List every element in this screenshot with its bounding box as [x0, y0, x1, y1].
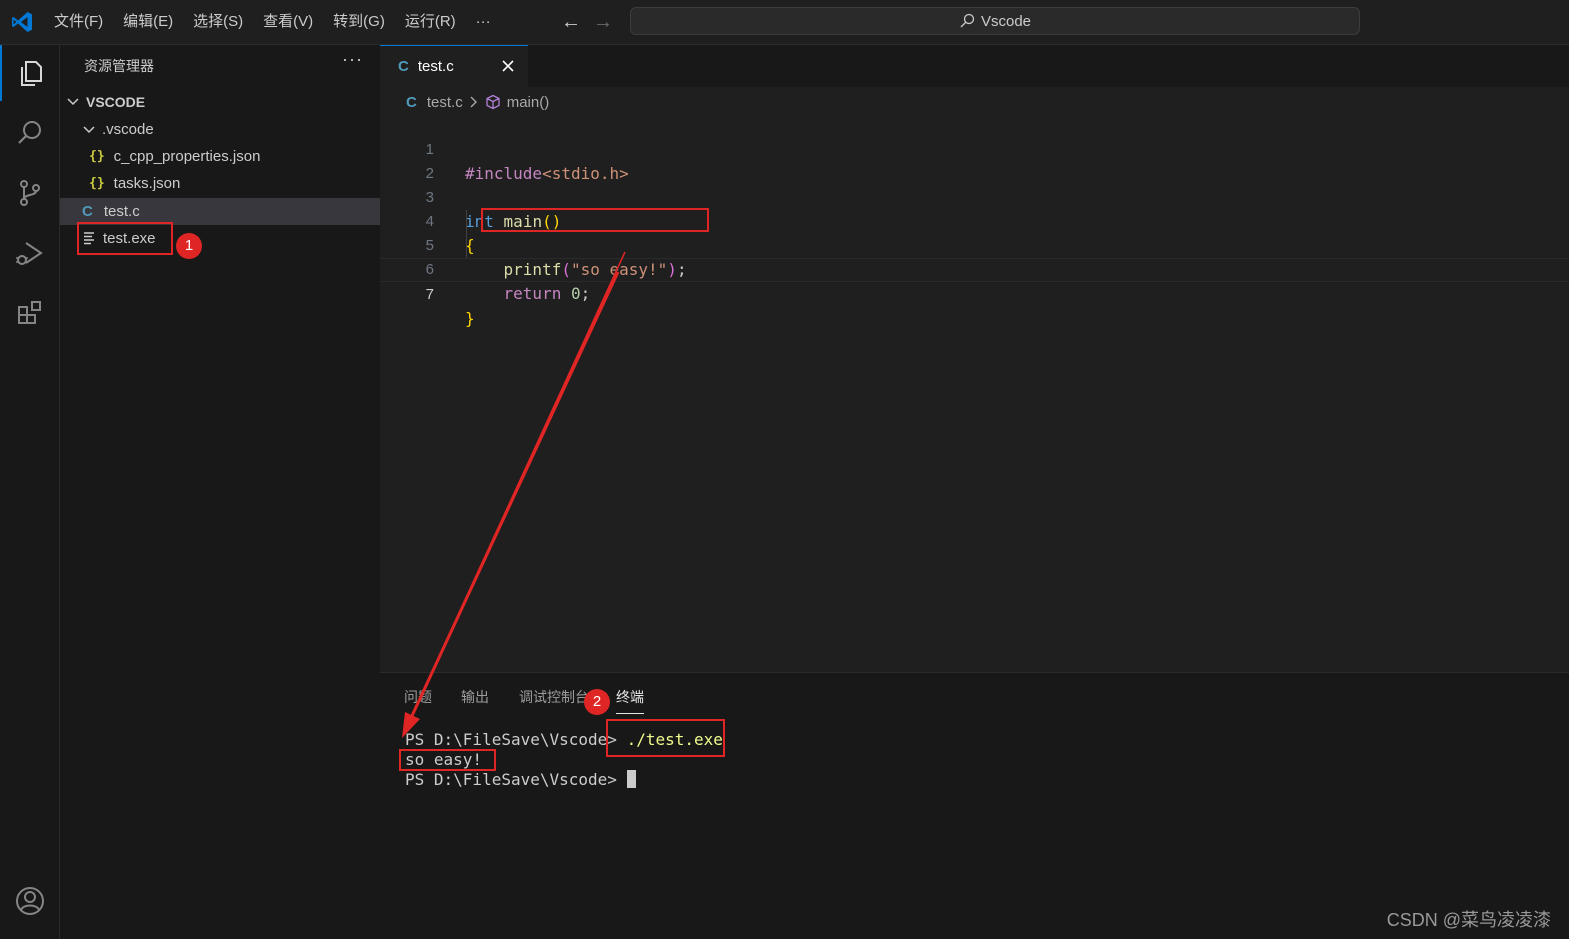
breadcrumb-symbol[interactable]: main() [507, 94, 550, 111]
code-line: 3 int main() [380, 162, 1569, 231]
c-file-icon: C [82, 203, 93, 220]
tab-problems[interactable]: 问题 [404, 687, 432, 713]
watermark: CSDN @菜鸟凌凌漆 [1386, 910, 1551, 930]
command-center-label: Vscode [980, 12, 1032, 30]
tree-item-label: c_cpp_properties.json [113, 148, 261, 165]
menu-selection[interactable]: 选择(S) [183, 0, 253, 44]
extensions-icon[interactable] [0, 285, 60, 341]
tree-item-c-cpp-properties[interactable]: {} c_cpp_properties.json [60, 143, 380, 170]
json-file-icon: {} [89, 176, 105, 191]
menu-file[interactable]: 文件(F) [44, 0, 113, 44]
code-line: 6 return 0; [380, 234, 1569, 303]
annotation-box-test-exe [77, 222, 173, 255]
workspace-root-label: VSCODE [86, 93, 146, 110]
menu-run[interactable]: 运行(R) [395, 0, 466, 44]
menu-view[interactable]: 查看(V) [253, 0, 323, 44]
json-file-icon: {} [89, 149, 105, 164]
code-editor[interactable]: 1 #include<stdio.h> 2 3 int main() 4 { 5… [380, 114, 1569, 672]
terminal-prompt: PS D:\FileSave\Vscode> [405, 730, 617, 749]
indent-guide [466, 210, 467, 258]
code-line: 2 [380, 138, 1569, 182]
tree-item-label: .vscode [102, 121, 154, 138]
menu-go[interactable]: 转到(G) [323, 0, 395, 44]
annotation-badge-2: 2 [584, 689, 610, 715]
more-actions-icon[interactable]: ··· [342, 49, 363, 70]
terminal-prompt: PS D:\FileSave\Vscode> [405, 770, 617, 789]
forward-arrow-icon[interactable]: → [593, 10, 613, 34]
title-bar: 文件(F) 编辑(E) 选择(S) 查看(V) 转到(G) 运行(R) ··· … [0, 0, 1569, 45]
run-debug-icon[interactable] [0, 225, 60, 281]
close-icon[interactable] [498, 56, 518, 76]
tab-label: test.c [417, 58, 454, 75]
c-file-icon: C [406, 93, 417, 111]
account-icon[interactable] [0, 873, 60, 929]
tree-item-test-c[interactable]: C test.c [60, 198, 380, 225]
tree-item-label: test.c [103, 203, 140, 220]
tree-item-tasks-json[interactable]: {} tasks.json [60, 170, 380, 197]
code-token: 0 [570, 284, 581, 303]
search-icon [960, 13, 975, 28]
tab-terminal[interactable]: 终端 [616, 687, 644, 714]
annotation-box-printf [481, 208, 709, 232]
c-file-icon: C [398, 58, 409, 75]
search-icon[interactable] [0, 105, 60, 161]
bottom-panel: 问题 输出 调试控制台 终端 PS D:\FileSave\Vscode> ./… [380, 672, 1569, 939]
terminal-cursor [626, 770, 636, 788]
chevron-down-icon [67, 97, 79, 105]
menu-edit[interactable]: 编辑(E) [113, 0, 183, 44]
workspace-root[interactable]: VSCODE [60, 88, 380, 115]
code-token: } [465, 309, 475, 328]
tab-test-c[interactable]: C test.c [380, 45, 528, 87]
code-line: 4 { [380, 186, 1569, 255]
back-arrow-icon[interactable]: ← [561, 10, 581, 34]
menu-bar: 文件(F) 编辑(E) 选择(S) 查看(V) 转到(G) 运行(R) ··· [44, 0, 501, 44]
code-token: ; [580, 284, 591, 303]
tab-output[interactable]: 输出 [461, 687, 489, 713]
vscode-logo-icon [12, 12, 32, 32]
method-cube-icon [486, 94, 500, 110]
explorer-sidebar: 资源管理器 ··· VSCODE .vscode {} c_cpp_proper… [60, 45, 380, 939]
chevron-right-icon [470, 96, 477, 108]
breadcrumb-file[interactable]: test.c [427, 94, 463, 111]
source-control-icon[interactable] [0, 165, 60, 221]
command-center-search[interactable]: Vscode [630, 7, 1360, 35]
annotation-box-output [399, 749, 496, 771]
terminal-line[interactable]: PS D:\FileSave\Vscode> [405, 770, 636, 790]
explorer-icon[interactable] [0, 45, 60, 101]
tab-debug-console[interactable]: 调试控制台 [519, 687, 589, 713]
annotation-box-command [606, 719, 725, 757]
line-number: 7 [425, 286, 434, 303]
tree-item-label: tasks.json [113, 175, 181, 192]
code-line-current: 7 } [380, 258, 1569, 328]
editor-tab-bar: C test.c [380, 45, 1569, 87]
tree-item-vscode-folder[interactable]: .vscode [60, 116, 380, 143]
sidebar-title: 资源管理器 [84, 58, 154, 74]
activity-bar [0, 45, 60, 939]
menu-more[interactable]: ··· [466, 0, 501, 44]
code-token: return [503, 284, 562, 303]
annotation-badge-1: 1 [176, 233, 202, 259]
code-line: 1 #include<stdio.h> [380, 114, 1569, 183]
chevron-down-icon [83, 125, 95, 133]
breadcrumb: C test.c main() [380, 88, 549, 116]
